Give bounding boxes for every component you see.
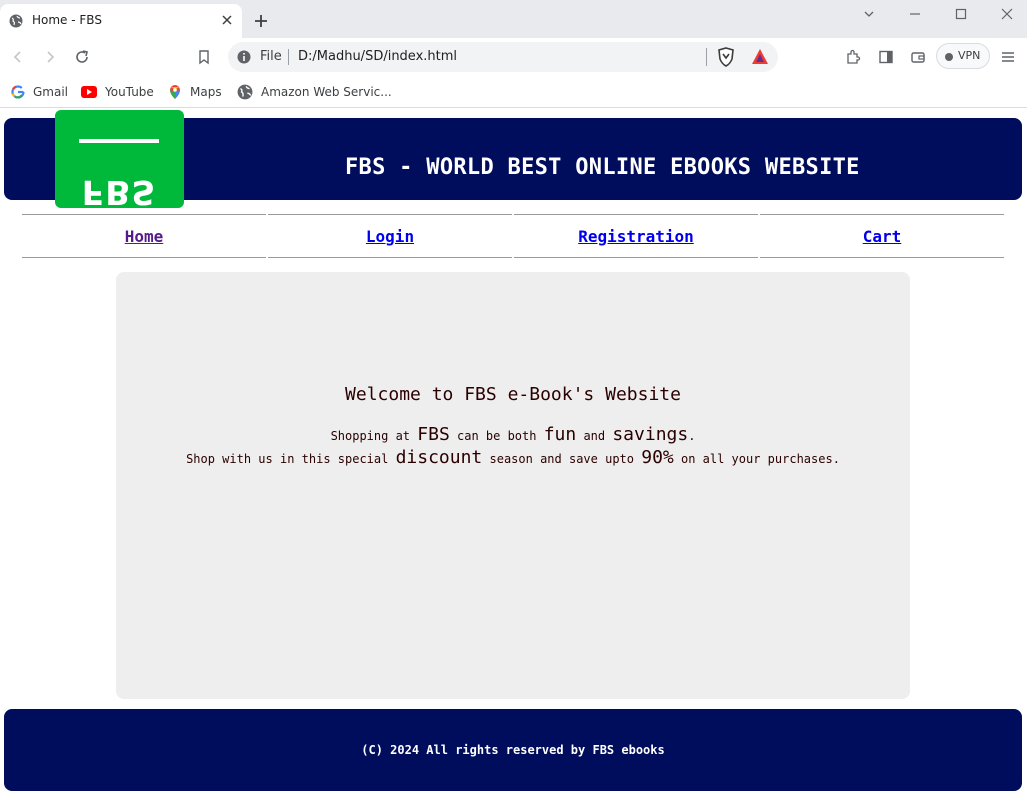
text-emphasis: FBS xyxy=(417,424,450,445)
back-icon[interactable] xyxy=(10,49,26,65)
welcome-heading: Welcome to FBS e-Book's Website xyxy=(345,384,681,405)
text-fragment: season and save upto xyxy=(482,452,642,466)
brave-shields-icon[interactable] xyxy=(717,47,735,67)
address-bar[interactable]: File D:/Madhu/SD/index.html xyxy=(228,42,778,72)
address-separator xyxy=(288,49,289,65)
svg-text:FBS: FBS xyxy=(82,173,156,208)
menu-icon[interactable] xyxy=(1000,49,1016,65)
maximize-icon[interactable] xyxy=(953,6,969,22)
bookmark-label: YouTube xyxy=(105,85,154,99)
address-separator-2 xyxy=(706,48,707,66)
text-emphasis: discount xyxy=(395,447,483,468)
text-fragment: and xyxy=(576,429,613,443)
nav-link-registration[interactable]: Registration xyxy=(578,227,694,246)
tab-title: Home - FBS xyxy=(32,13,102,27)
bookmark-label: Gmail xyxy=(33,85,69,99)
web-page: FBS - WORLD BEST ONLINE EBOOKS WEBSITE F… xyxy=(0,109,1027,796)
bookmark-youtube[interactable]: YouTube xyxy=(81,83,154,101)
browser-toolbar: File D:/Madhu/SD/index.html VPN xyxy=(0,38,1027,76)
extensions-icon[interactable] xyxy=(845,49,861,65)
header-title: FBS - WORLD BEST ONLINE EBOOKS WEBSITE xyxy=(345,155,860,180)
globe-icon xyxy=(9,14,23,28)
bookmark-icon[interactable] xyxy=(196,49,212,65)
nav-cell-cart: Cart xyxy=(760,214,1004,258)
text-emphasis: fun xyxy=(543,424,577,445)
close-tab-icon[interactable] xyxy=(220,13,234,27)
bookmark-maps[interactable]: Maps xyxy=(168,83,222,101)
text-fragment: can be both xyxy=(449,429,544,443)
youtube-icon xyxy=(81,86,97,98)
forward-icon[interactable] xyxy=(42,49,58,65)
fbs-logo-mark: FBS xyxy=(79,139,159,212)
nav-cell-home: Home xyxy=(22,214,266,258)
info-icon[interactable] xyxy=(237,50,251,64)
nav-link-home[interactable]: Home xyxy=(125,227,164,246)
bookmarks-bar: Gmail YouTube Maps Amazon Web Servic... xyxy=(0,76,1027,108)
bookmark-aws[interactable]: Amazon Web Servic... xyxy=(237,83,392,101)
nav-link-cart[interactable]: Cart xyxy=(863,227,902,246)
bookmark-label: Amazon Web Servic... xyxy=(261,85,392,99)
text-fragment: Shopping at xyxy=(330,429,418,443)
bookmark-label: Maps xyxy=(190,85,222,99)
tab-search-icon[interactable] xyxy=(861,6,877,22)
site-logo: FBS xyxy=(55,110,184,212)
text-emphasis: savings xyxy=(612,424,689,445)
text-fragment: on all your purchases. xyxy=(673,452,840,466)
scheme-label: File xyxy=(260,49,282,64)
sidebar-icon[interactable] xyxy=(878,49,894,65)
maps-icon xyxy=(170,85,180,99)
globe-icon xyxy=(237,84,253,100)
tab-strip: Home - FBS xyxy=(0,0,1027,38)
main-nav: Home Login Registration Cart xyxy=(22,214,1004,258)
minimize-icon[interactable] xyxy=(907,6,923,22)
vpn-button[interactable]: VPN xyxy=(936,43,990,69)
window-close-icon[interactable] xyxy=(999,6,1015,22)
nav-cell-login: Login xyxy=(268,214,512,258)
text-fragment: Shop with us in this special xyxy=(186,452,396,466)
text-emphasis: 90% xyxy=(641,447,674,468)
wallet-icon[interactable] xyxy=(910,49,926,65)
nav-link-login[interactable]: Login xyxy=(366,227,414,246)
vpn-status-icon xyxy=(945,53,953,61)
vpn-label: VPN xyxy=(958,49,981,62)
promo-line-1: Shopping at FBS can be both fun and savi… xyxy=(116,424,910,445)
site-footer: (C) 2024 All rights reserved by FBS eboo… xyxy=(4,709,1022,791)
promo-line-2: Shop with us in this special discount se… xyxy=(116,447,910,468)
nav-cell-registration: Registration xyxy=(514,214,758,258)
text-fragment: . xyxy=(688,429,696,443)
gmail-icon xyxy=(11,85,25,99)
welcome-panel: Welcome to FBS e-Book's Website Shopping… xyxy=(116,272,910,699)
copyright-text: (C) 2024 All rights reserved by FBS eboo… xyxy=(361,743,665,757)
bookmark-gmail[interactable]: Gmail xyxy=(11,83,68,101)
url-text[interactable]: D:/Madhu/SD/index.html xyxy=(298,49,457,64)
rewards-icon[interactable] xyxy=(751,48,769,66)
reload-icon[interactable] xyxy=(74,49,90,65)
browser-tab[interactable]: Home - FBS xyxy=(0,4,242,38)
new-tab-icon[interactable] xyxy=(253,13,269,29)
